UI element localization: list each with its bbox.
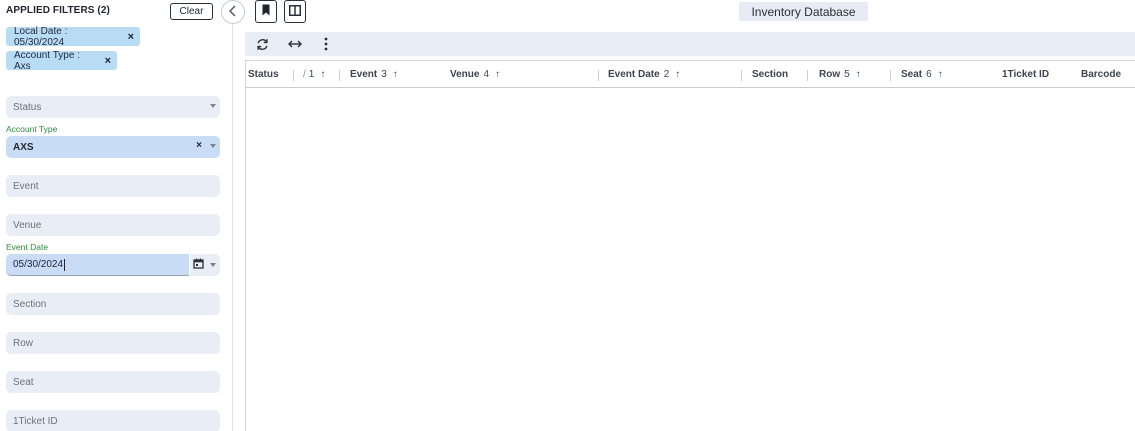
column-separator[interactable]: [339, 70, 340, 81]
column-separator[interactable]: [293, 70, 294, 81]
event-date-input[interactable]: 05/30/2024: [6, 254, 189, 276]
columns-view-button[interactable]: [284, 0, 306, 23]
remove-chip-icon[interactable]: ×: [128, 31, 134, 43]
bookmark-icon: [261, 4, 271, 19]
column-label: Event: [350, 69, 378, 80]
sort-arrow-icon: ↑: [495, 69, 501, 80]
venue-input[interactable]: Venue: [6, 214, 220, 236]
sort-arrow-icon: ↑: [937, 69, 943, 80]
column-label: /: [303, 69, 306, 80]
remove-chip-icon[interactable]: ×: [105, 55, 111, 67]
seat-placeholder: Seat: [13, 376, 34, 388]
sort-order: 3: [381, 69, 387, 80]
column-label: Section: [752, 69, 789, 80]
collapse-sidebar-button[interactable]: [221, 0, 245, 24]
column-header-row[interactable]: Row 5 ↑: [819, 61, 861, 88]
refresh-icon[interactable]: [253, 36, 271, 52]
filter-chip-label: Account Type : Axs: [14, 49, 80, 72]
sort-arrow-icon: ↑: [855, 69, 861, 80]
column-label: Venue: [450, 69, 480, 80]
sort-arrow-icon: ↑: [675, 69, 681, 80]
row-input[interactable]: Row: [6, 332, 220, 354]
columns-icon: [289, 4, 301, 19]
column-header-ticket-id[interactable]: 1Ticket ID: [1002, 61, 1049, 88]
sort-arrow-icon: ↑: [392, 69, 398, 80]
sort-order: 4: [483, 69, 490, 80]
event-placeholder: Event: [13, 180, 39, 192]
column-header-section[interactable]: Section: [752, 61, 788, 88]
event-date-label: Event Date: [6, 242, 49, 252]
column-separator[interactable]: [741, 70, 742, 81]
clear-selection-icon[interactable]: ×: [196, 140, 202, 151]
applied-filters-title: APPLIED FILTERS (2): [6, 5, 110, 16]
text-cursor: [64, 258, 66, 271]
status-placeholder: Status: [13, 101, 42, 113]
status-select[interactable]: Status: [6, 96, 220, 118]
venue-placeholder: Venue: [13, 219, 42, 231]
column-label: Seat: [901, 69, 923, 80]
event-date-value: 05/30/2024: [13, 259, 64, 270]
chevron-down-icon: [210, 104, 216, 108]
chevron-down-icon: [210, 263, 216, 267]
sort-order: 1: [308, 69, 315, 80]
column-label: 1Ticket ID: [1002, 69, 1050, 80]
section-input[interactable]: Section: [6, 293, 220, 315]
column-header-event-date[interactable]: Event Date 2 ↑: [608, 61, 680, 88]
date-picker-toggle[interactable]: [190, 254, 220, 276]
filter-chip-label: Local Date : 05/30/2024: [14, 25, 68, 48]
chevron-down-icon: [210, 144, 216, 148]
more-vertical-icon[interactable]: [317, 36, 335, 52]
filters-sidebar: APPLIED FILTERS (2) Clear Local Date : 0…: [0, 0, 233, 431]
column-header-event[interactable]: Event 3 ↑: [350, 61, 398, 88]
ticket-id-input[interactable]: 1Ticket ID: [6, 410, 220, 431]
inventory-grid: Status / 1 ↑ Event 3 ↑ Venue 4 ↑ Event D…: [245, 60, 1135, 431]
sort-order: 6: [926, 69, 932, 80]
column-label: Barcode: [1081, 69, 1122, 80]
column-header-venue[interactable]: Venue 4 ↑: [450, 61, 500, 88]
column-label: Status: [248, 69, 279, 80]
column-label: Event Date: [608, 69, 660, 80]
account-type-select[interactable]: AXS ×: [6, 136, 220, 158]
column-separator[interactable]: [807, 70, 808, 81]
row-placeholder: Row: [13, 337, 34, 349]
account-type-label: Account Type: [6, 124, 58, 134]
grid-header: Status / 1 ↑ Event 3 ↑ Venue 4 ↑ Event D…: [246, 61, 1135, 88]
filter-chip-account-type: Account Type : Axs ×: [6, 49, 117, 72]
sort-order: 5: [844, 69, 850, 80]
seat-input[interactable]: Seat: [6, 371, 220, 393]
grid-body: [246, 89, 1135, 431]
sort-order: 2: [663, 69, 670, 80]
grid-toolbar: [245, 32, 1135, 56]
resize-horizontal-icon[interactable]: [286, 36, 304, 52]
column-header-status[interactable]: Status: [248, 61, 279, 88]
calendar-icon[interactable]: [193, 258, 204, 272]
page-title: Inventory Database: [739, 2, 868, 21]
section-placeholder: Section: [13, 298, 47, 310]
filter-chip-local-date: Local Date : 05/30/2024 ×: [6, 25, 140, 48]
column-label: Row: [819, 69, 841, 80]
chevron-left-icon: [228, 5, 238, 20]
column-header-barcode[interactable]: Barcode: [1081, 61, 1121, 88]
sort-arrow-icon: ↑: [320, 69, 326, 80]
column-header-1[interactable]: / 1 ↑: [303, 61, 325, 88]
column-separator[interactable]: [598, 70, 599, 81]
event-input[interactable]: Event: [6, 175, 220, 197]
bookmark-button[interactable]: [255, 0, 277, 23]
clear-filters-button[interactable]: Clear: [170, 3, 213, 20]
column-header-seat[interactable]: Seat 6 ↑: [901, 61, 943, 88]
column-separator[interactable]: [890, 70, 891, 81]
account-type-value: AXS: [13, 141, 34, 153]
ticket-id-placeholder: 1Ticket ID: [13, 415, 58, 427]
